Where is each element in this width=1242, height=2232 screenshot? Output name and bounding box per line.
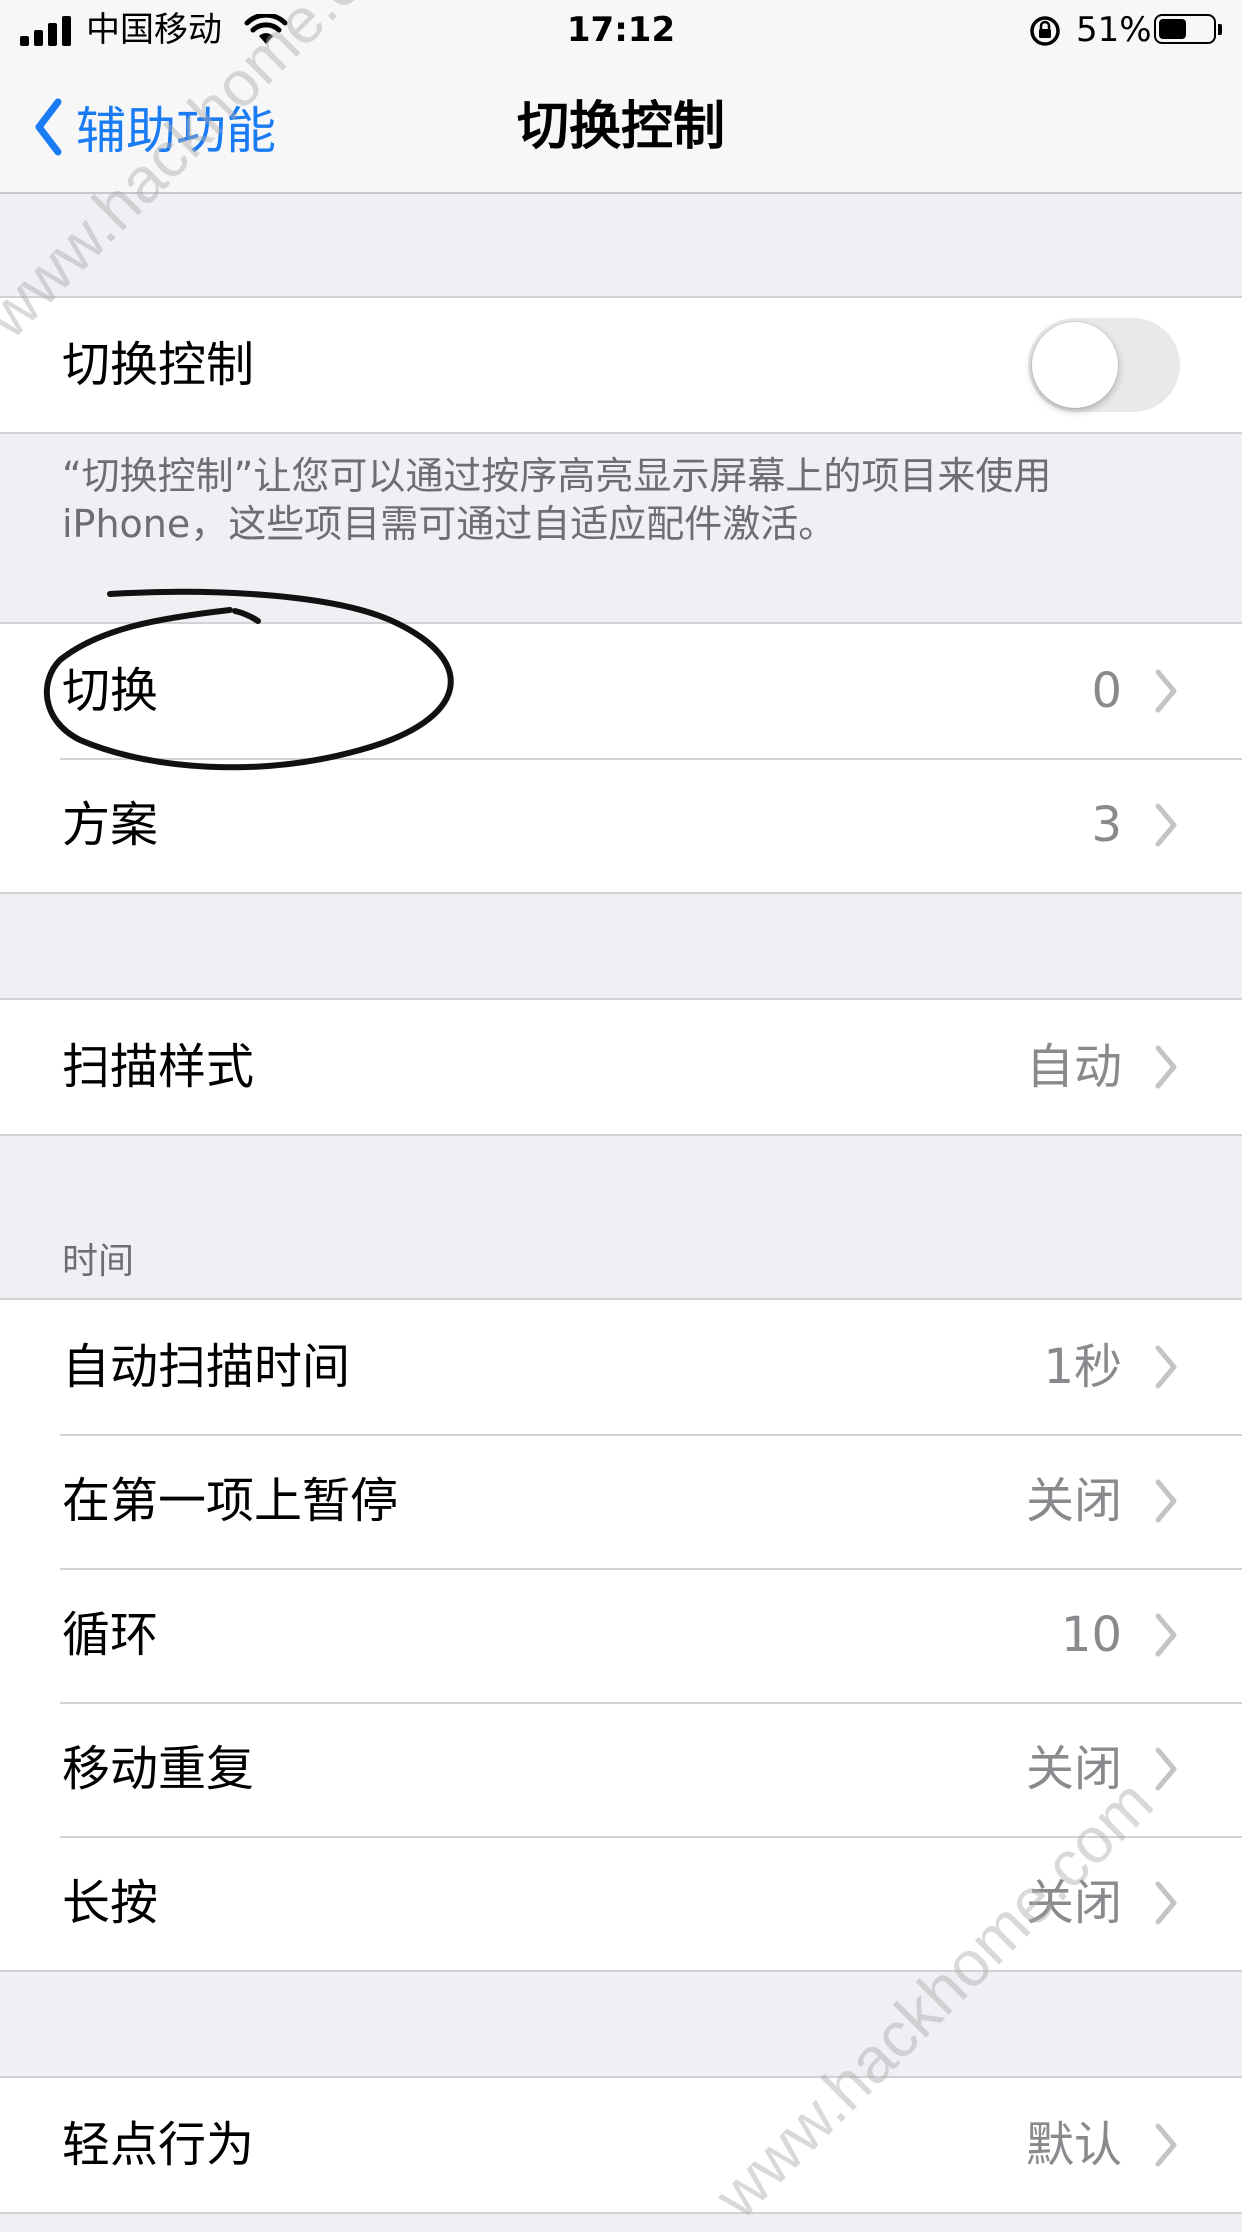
tap-behavior-group: 轻点行为 默认 xyxy=(0,2076,1242,2214)
chevron-right-icon xyxy=(1155,1045,1177,1089)
row-value: 关闭 xyxy=(1025,1473,1122,1529)
section-header-timing: 时间 xyxy=(62,1241,135,1282)
switch-control-label: 切换控制 xyxy=(62,337,255,393)
switch-control-description: “切换控制”让您可以通过按序高亮显示屏幕上的项目来使用iPhone，这些项目需可… xyxy=(62,454,1052,546)
switch-control-row: 切换控制 xyxy=(0,298,1242,432)
row-value: 自动 xyxy=(1025,1039,1122,1095)
orientation-lock-icon xyxy=(1030,16,1060,46)
row-label: 循环 xyxy=(62,1607,159,1663)
row-label: 扫描样式 xyxy=(62,1039,255,1095)
settings-row-scan-style[interactable]: 扫描样式 自动 xyxy=(0,1000,1242,1134)
chevron-right-icon xyxy=(1155,1479,1177,1523)
row-value: 1秒 xyxy=(1043,1339,1122,1395)
row-label: 自动扫描时间 xyxy=(62,1339,351,1395)
row-value: 10 xyxy=(1060,1607,1122,1663)
scan-style-group: 扫描样式 自动 xyxy=(0,998,1242,1136)
switch-control-toggle[interactable] xyxy=(1028,318,1180,412)
settings-row-move-repeat[interactable]: 移动重复 关闭 xyxy=(0,1702,1242,1836)
battery-fill xyxy=(1159,19,1186,39)
chevron-right-icon xyxy=(1155,1345,1177,1389)
toggle-knob xyxy=(1032,322,1118,408)
row-label: 在第一项上暂停 xyxy=(62,1473,399,1529)
settings-row-tap-behavior[interactable]: 轻点行为 默认 xyxy=(0,2078,1242,2212)
chevron-right-icon xyxy=(1155,803,1177,847)
switch-control-group: 切换控制 xyxy=(0,296,1242,434)
row-label: 轻点行为 xyxy=(62,2117,255,2173)
chevron-right-icon xyxy=(1155,2123,1177,2167)
row-value: 3 xyxy=(1091,797,1122,853)
chevron-right-icon xyxy=(1155,669,1177,713)
chevron-right-icon xyxy=(1155,1747,1177,1791)
battery-icon xyxy=(1154,14,1224,48)
row-label: 移动重复 xyxy=(62,1741,255,1797)
battery-percent: 51% xyxy=(1076,10,1152,50)
chevron-right-icon xyxy=(1155,1881,1177,1925)
settings-row-auto-scan-time[interactable]: 自动扫描时间 1秒 xyxy=(0,1300,1242,1434)
row-value: 0 xyxy=(1091,663,1122,719)
status-bar: 中国移动 17:12 51% xyxy=(0,0,1242,64)
annotation-circle-drawing xyxy=(44,588,454,771)
settings-row-loops[interactable]: 循环 10 xyxy=(0,1568,1242,1702)
chevron-right-icon xyxy=(1155,1613,1177,1657)
settings-row-pause-on-first-item[interactable]: 在第一项上暂停 关闭 xyxy=(0,1434,1242,1568)
row-value: 默认 xyxy=(1025,2117,1122,2173)
row-label: 长按 xyxy=(62,1875,159,1931)
